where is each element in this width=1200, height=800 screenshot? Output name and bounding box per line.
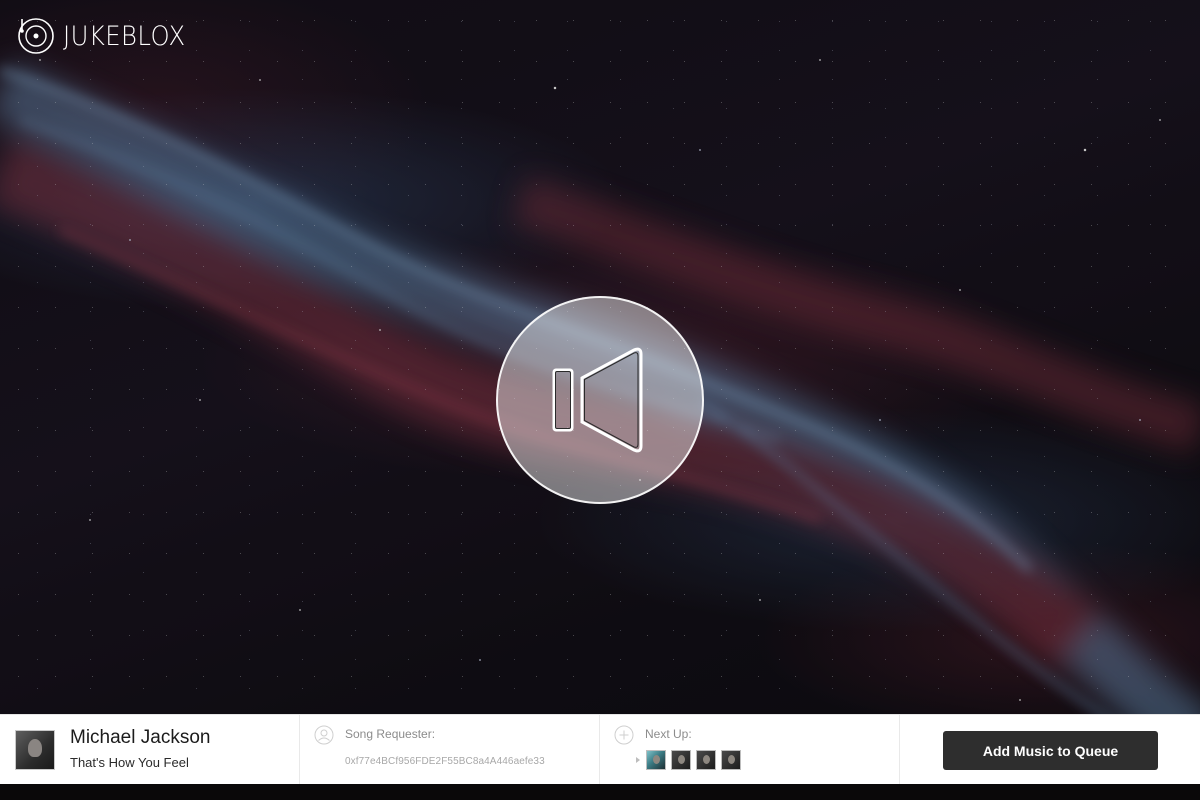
next-up-label: Next Up: xyxy=(645,727,692,741)
now-playing-section: Michael Jackson That's How You Feel xyxy=(0,715,300,785)
queue-thumbnail[interactable] xyxy=(696,750,716,770)
app-logo-text: JUKEBLOX xyxy=(63,20,186,52)
song-requester-section: Song Requester: 0xf77e4BCf956FDE2F55BC8a… xyxy=(300,715,600,785)
queue-thumbnails xyxy=(646,750,741,770)
bottom-strip xyxy=(0,784,1200,800)
app-logo[interactable]: JUKEBLOX xyxy=(17,17,199,55)
vinyl-record-icon xyxy=(18,18,54,54)
add-music-section: Add Music to Queue xyxy=(900,715,1200,785)
next-up-section: Next Up: xyxy=(600,715,900,785)
user-icon xyxy=(314,725,334,745)
album-art xyxy=(15,730,55,770)
now-playing-artist: Michael Jackson xyxy=(70,727,211,748)
queue-thumbnail[interactable] xyxy=(721,750,741,770)
player-bar: Michael Jackson That's How You Feel Song… xyxy=(0,714,1200,785)
app-stage: JUKEBLOX Michael Jackson That's How You … xyxy=(0,0,1200,800)
queue-thumbnail[interactable] xyxy=(646,750,666,770)
now-playing-song: That's How You Feel xyxy=(70,755,189,770)
plus-circle-icon xyxy=(614,725,634,745)
speaker-muted-icon xyxy=(552,347,643,453)
play-arrow-icon xyxy=(636,757,640,763)
requester-label: Song Requester: xyxy=(345,727,436,741)
mute-toggle-button[interactable] xyxy=(496,296,704,504)
add-music-to-queue-button[interactable]: Add Music to Queue xyxy=(943,731,1158,770)
requester-address: 0xf77e4BCf956FDE2F55BC8a4A446aefe33 xyxy=(345,756,545,767)
queue-thumbnail[interactable] xyxy=(671,750,691,770)
